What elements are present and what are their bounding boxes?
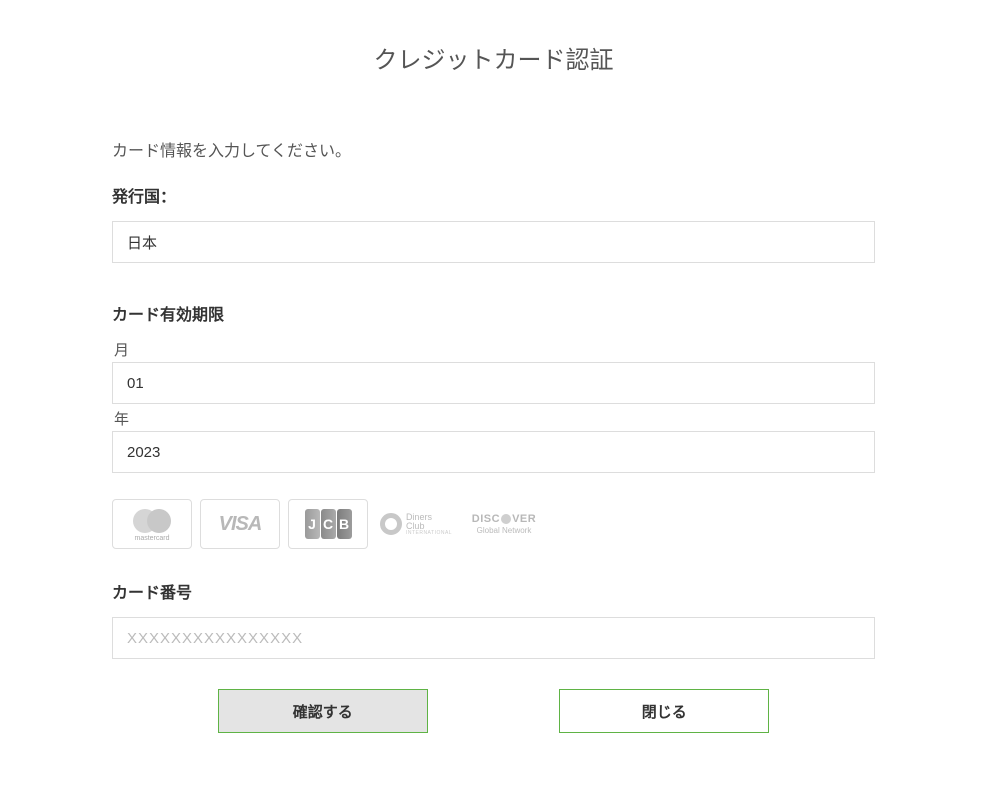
expiry-month-label: 月: [114, 339, 875, 360]
button-row: 確認する 閉じる: [112, 689, 875, 733]
card-brand-logos: mastercard VISA J C B Diners ClubINTERNA…: [112, 499, 875, 549]
confirm-button[interactable]: 確認する: [218, 689, 428, 733]
expiry-label: カード有効期限: [112, 301, 875, 325]
card-number-input[interactable]: [112, 617, 875, 659]
page-title: クレジットカード認証: [112, 40, 875, 75]
diners-club-icon: Diners ClubINTERNATIONAL: [376, 499, 456, 549]
mastercard-icon: mastercard: [112, 499, 192, 549]
expiry-year-label: 年: [114, 408, 875, 429]
expiry-month-input[interactable]: [112, 362, 875, 404]
instruction-text: カード情報を入力してください。: [112, 137, 875, 161]
close-button[interactable]: 閉じる: [559, 689, 769, 733]
discover-icon: DISCVER Global Network: [464, 499, 544, 549]
visa-icon: VISA: [200, 499, 280, 549]
credit-card-form: クレジットカード認証 カード情報を入力してください。 発行国： カード有効期限 …: [0, 0, 987, 733]
country-label: 発行国：: [112, 183, 875, 207]
expiry-group: 月 年: [112, 339, 875, 473]
expiry-year-input[interactable]: [112, 431, 875, 473]
country-input[interactable]: [112, 221, 875, 263]
card-number-label: カード番号: [112, 579, 875, 603]
jcb-icon: J C B: [288, 499, 368, 549]
